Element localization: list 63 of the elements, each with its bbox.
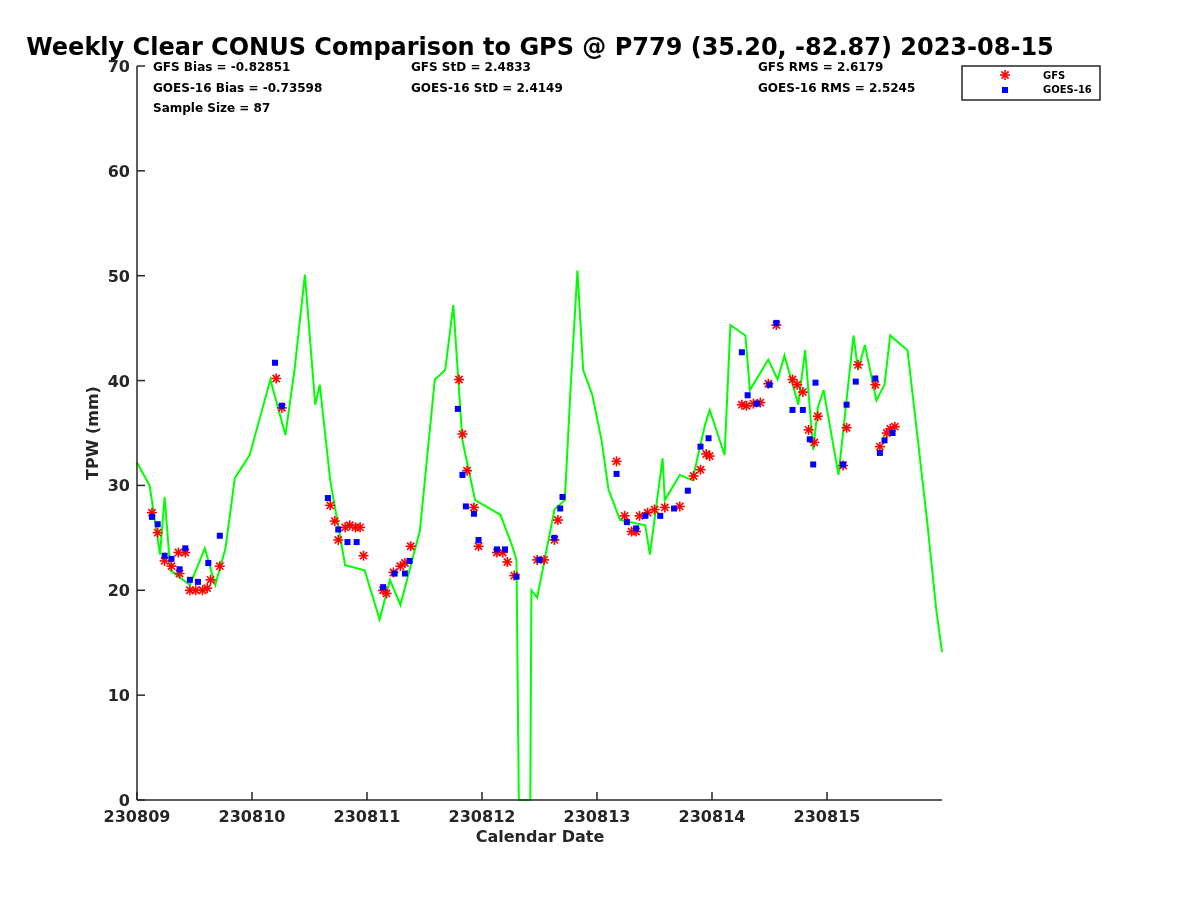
y-tick-label: 0 bbox=[118, 791, 130, 810]
legend-label: GOES-16 bbox=[1043, 84, 1092, 95]
data-point bbox=[557, 505, 564, 512]
data-point bbox=[797, 386, 809, 398]
data-point bbox=[613, 470, 620, 477]
data-point bbox=[852, 359, 864, 371]
data-point bbox=[684, 487, 691, 494]
data-point bbox=[357, 549, 370, 562]
statistic-text: GOES-16 RMS = 2.5245 bbox=[758, 80, 916, 95]
data-point bbox=[270, 372, 282, 385]
statistic-text: GOES-16 StD = 2.4149 bbox=[411, 80, 563, 95]
data-point bbox=[843, 401, 850, 408]
data-point bbox=[738, 349, 745, 356]
legend-label: GFS bbox=[1043, 70, 1066, 81]
data-point bbox=[453, 373, 465, 386]
x-tick-label: 230811 bbox=[333, 807, 401, 826]
y-tick-label: 50 bbox=[107, 266, 130, 286]
y-tick-label: 30 bbox=[107, 476, 130, 496]
data-point bbox=[404, 540, 417, 553]
y-tick-label: 60 bbox=[107, 161, 130, 181]
data-point bbox=[610, 455, 623, 468]
statistic-text: GOES-16 Bias = -0.73598 bbox=[153, 80, 323, 95]
data-point bbox=[789, 406, 796, 413]
statistic-text: Sample Size = 87 bbox=[153, 101, 271, 115]
legend-marker bbox=[999, 69, 1011, 81]
x-tick-label: 230813 bbox=[563, 807, 631, 826]
x-tick-label: 230812 bbox=[448, 807, 516, 826]
x-tick-label: 230814 bbox=[678, 807, 746, 826]
data-point bbox=[840, 421, 853, 434]
data-point bbox=[204, 574, 217, 586]
data-point bbox=[456, 428, 469, 440]
x-tick-label: 230815 bbox=[793, 807, 861, 826]
legend-marker bbox=[1002, 87, 1008, 93]
data-point bbox=[559, 493, 566, 500]
y-tick-label: 40 bbox=[107, 371, 130, 391]
data-point bbox=[810, 461, 817, 468]
statistic-text: GFS StD = 2.4833 bbox=[411, 60, 531, 74]
y-tick-label: 10 bbox=[107, 686, 130, 706]
data-point bbox=[812, 410, 824, 423]
data-point bbox=[552, 514, 564, 526]
data-point bbox=[812, 379, 819, 386]
data-point bbox=[272, 359, 278, 366]
data-point bbox=[786, 373, 799, 386]
data-point bbox=[501, 556, 514, 568]
y-tick-label: 20 bbox=[107, 581, 130, 601]
data-point bbox=[353, 539, 360, 546]
data-point bbox=[214, 560, 226, 572]
data-point bbox=[205, 560, 212, 566]
x-tick-label: 230809 bbox=[103, 807, 171, 826]
data-point bbox=[799, 406, 806, 413]
statistic-text: GFS Bias = -0.82851 bbox=[153, 60, 291, 74]
data-point bbox=[852, 378, 859, 385]
y-axis-label: TPW (mm) bbox=[83, 386, 102, 480]
data-point bbox=[454, 405, 461, 412]
x-axis-label: Calendar Date bbox=[475, 827, 605, 846]
data-point bbox=[349, 521, 362, 534]
data-point bbox=[354, 521, 366, 534]
statistic-text: GFS RMS = 2.6179 bbox=[758, 60, 884, 74]
x-tick-label: 230810 bbox=[218, 807, 286, 826]
data-point bbox=[694, 463, 707, 476]
data-point bbox=[687, 470, 700, 482]
data-point bbox=[791, 378, 803, 391]
data-point bbox=[216, 532, 223, 539]
